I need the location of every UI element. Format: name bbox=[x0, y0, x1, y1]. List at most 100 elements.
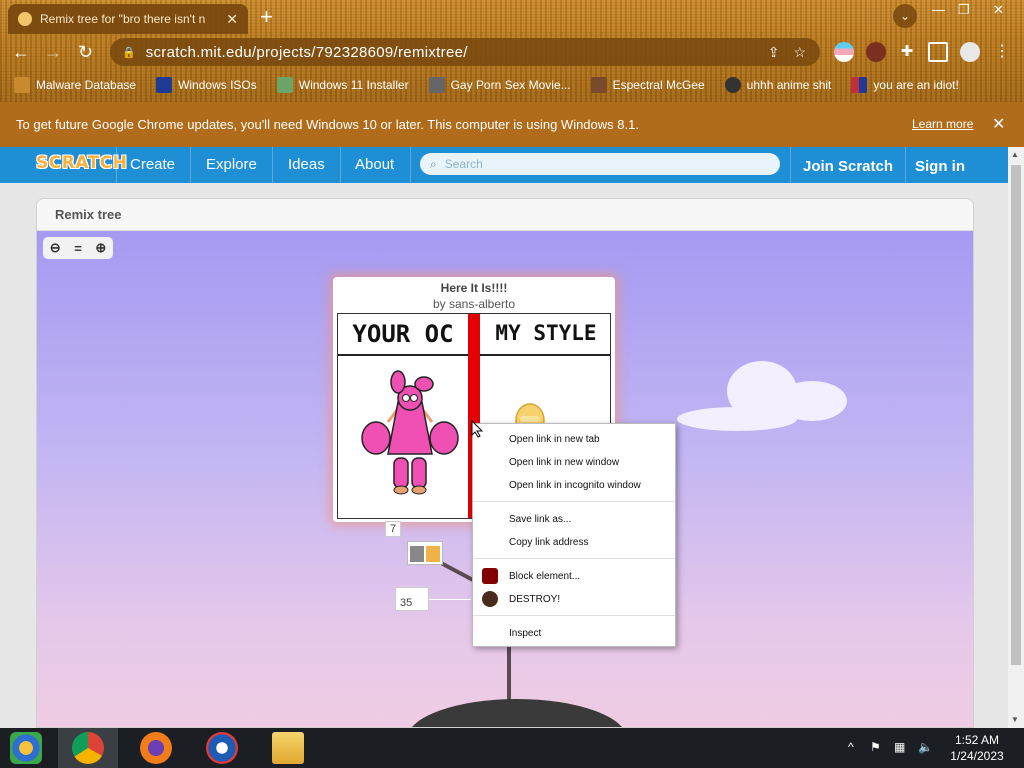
project-title[interactable]: Here It Is!!!! bbox=[333, 281, 615, 295]
zoom-in-icon[interactable]: ⊕ bbox=[95, 240, 106, 256]
menu-open-new-window[interactable]: Open link in new window bbox=[509, 457, 619, 468]
clock-date: 1/24/2023 bbox=[950, 749, 1004, 763]
windows-taskbar: ^ ⚑ ▦ 🔈 1:52 AM 1/24/2023 bbox=[0, 728, 1024, 768]
menu-separator bbox=[473, 501, 675, 502]
nav-explore[interactable]: Explore bbox=[206, 156, 257, 173]
ublock-icon bbox=[482, 568, 498, 584]
trans-flag-extension-icon[interactable] bbox=[834, 42, 854, 62]
nav-divider bbox=[272, 147, 273, 183]
menu-destroy[interactable]: DESTROY! bbox=[509, 594, 560, 605]
menu-inspect[interactable]: Inspect bbox=[509, 628, 541, 639]
firefox-taskbar-icon[interactable] bbox=[140, 732, 172, 764]
update-message: To get future Google Chrome updates, you… bbox=[16, 117, 639, 132]
nav-ideas[interactable]: Ideas bbox=[288, 156, 325, 173]
back-button[interactable]: ← bbox=[12, 42, 30, 63]
start-app-icon[interactable] bbox=[10, 732, 42, 764]
menu-block-element[interactable]: Block element... bbox=[509, 571, 580, 582]
bookmark-item[interactable]: Malware Database bbox=[14, 77, 136, 93]
bookmark-item[interactable]: Gay Porn Sex Movie... bbox=[428, 77, 571, 93]
mouse-cursor-icon bbox=[471, 420, 483, 438]
url-text: scratch.mit.edu/projects/792328609/remix… bbox=[145, 43, 468, 61]
scroll-up-arrow-icon[interactable]: ▲ bbox=[1011, 150, 1019, 159]
menu-open-incognito[interactable]: Open link in incognito window bbox=[509, 480, 641, 491]
child-project-thumbnail[interactable] bbox=[407, 541, 443, 565]
close-window-button[interactable]: ✕ bbox=[993, 2, 1004, 18]
browser-frame: Remix tree for "bro there isn't n ✕ + ⌄ … bbox=[0, 0, 1024, 102]
scrollbar-thumb[interactable] bbox=[1011, 165, 1021, 665]
infobar-close-button[interactable]: ✕ bbox=[992, 114, 1005, 134]
network-icon[interactable]: ▦ bbox=[894, 740, 905, 754]
bookmark-item[interactable]: Windows 11 Installer bbox=[276, 77, 409, 93]
context-menu: Open link in new tab Open link in new wi… bbox=[472, 423, 676, 647]
side-panel-icon[interactable] bbox=[928, 42, 948, 62]
scratch-logo[interactable]: SCRATCH bbox=[36, 153, 127, 173]
nav-about[interactable]: About bbox=[355, 156, 394, 173]
bookmark-item[interactable]: Windows ISOs bbox=[156, 77, 257, 93]
browser-tab[interactable]: Remix tree for "bro there isn't n ✕ bbox=[8, 4, 248, 34]
bookmark-item[interactable]: you are an idiot! bbox=[851, 77, 959, 93]
menu-separator bbox=[473, 615, 675, 616]
scratch-search-input[interactable]: ⌕ Search bbox=[420, 153, 780, 175]
learn-more-link[interactable]: Learn more bbox=[912, 117, 973, 131]
address-bar[interactable]: 🔒 scratch.mit.edu/projects/792328609/rem… bbox=[110, 38, 820, 66]
remix-count-badge[interactable]: 35 bbox=[395, 587, 429, 611]
picture-icon bbox=[276, 77, 293, 93]
globe-icon bbox=[428, 77, 445, 93]
nav-divider bbox=[410, 147, 411, 183]
tray-expand-icon[interactable]: ^ bbox=[848, 740, 854, 754]
system-clock[interactable]: 1:52 AM 1/24/2023 bbox=[938, 732, 1016, 764]
x-icon bbox=[156, 77, 173, 93]
lock-icon: 🔒 bbox=[122, 46, 136, 59]
bookmark-star-icon[interactable]: ☆ bbox=[793, 44, 806, 61]
tree-branch-dashed bbox=[427, 599, 471, 600]
volume-icon[interactable]: 🔈 bbox=[918, 740, 933, 754]
tree-hill bbox=[407, 699, 627, 727]
chrome-update-infobar: To get future Google Chrome updates, you… bbox=[0, 102, 1024, 147]
avatar-icon bbox=[590, 77, 607, 93]
thumbnail-right-caption: MY STYLE bbox=[480, 314, 610, 356]
obama-logo-taskbar-icon[interactable] bbox=[206, 732, 238, 764]
minimize-button[interactable]: — bbox=[932, 2, 945, 17]
oc-character-drawing bbox=[361, 370, 459, 495]
join-scratch-button[interactable]: Join Scratch bbox=[803, 158, 893, 175]
tab-search-button[interactable]: ⌄ bbox=[893, 4, 917, 28]
zoom-out-icon[interactable]: ⊖ bbox=[50, 240, 61, 256]
zoom-reset-icon[interactable]: = bbox=[74, 241, 82, 256]
search-icon: ⌕ bbox=[430, 156, 437, 171]
scratch-favicon-icon bbox=[18, 12, 32, 26]
new-tab-button[interactable]: + bbox=[260, 6, 273, 28]
menu-save-link-as[interactable]: Save link as... bbox=[509, 514, 571, 525]
forward-button[interactable]: → bbox=[44, 42, 62, 63]
menu-separator bbox=[473, 558, 675, 559]
flag-notification-icon[interactable]: ⚑ bbox=[870, 740, 881, 754]
remix-tree-heading: Remix tree bbox=[37, 199, 973, 231]
bookmark-item[interactable]: Espectral McGee bbox=[590, 77, 705, 93]
clock-time: 1:52 AM bbox=[954, 733, 1000, 747]
sign-in-button[interactable]: Sign in bbox=[915, 158, 965, 175]
scroll-down-arrow-icon[interactable]: ▼ bbox=[1011, 715, 1019, 724]
chrome-taskbar-icon[interactable] bbox=[72, 732, 104, 764]
scratch-navbar: SCRATCH Create Explore Ideas About ⌕ Sea… bbox=[0, 147, 1008, 183]
tab-close-button[interactable]: ✕ bbox=[226, 11, 238, 28]
remix-count-text: 35 bbox=[400, 597, 413, 609]
avatar-icon bbox=[724, 77, 741, 93]
profile-avatar-icon[interactable] bbox=[960, 42, 980, 62]
chrome-menu-icon[interactable]: ⋮ bbox=[994, 42, 1014, 62]
zoom-controls: ⊖ = ⊕ bbox=[43, 237, 113, 259]
project-author[interactable]: by sans-alberto bbox=[333, 297, 615, 311]
avatar-extension-icon[interactable] bbox=[866, 42, 886, 62]
extensions-puzzle-icon[interactable]: ✚ bbox=[897, 42, 917, 62]
flag-icon bbox=[851, 77, 868, 93]
page-scrollbar[interactable]: ▲ ▼ bbox=[1008, 147, 1024, 728]
thumbnail-left-caption: YOUR OC bbox=[338, 314, 468, 356]
share-icon[interactable]: ⇪ bbox=[768, 44, 780, 61]
menu-open-new-tab[interactable]: Open link in new tab bbox=[509, 434, 600, 445]
maximize-button[interactable]: ❐ bbox=[958, 2, 970, 18]
bookmark-item[interactable]: uhhh anime shit bbox=[724, 77, 831, 93]
menu-copy-link-address[interactable]: Copy link address bbox=[509, 537, 588, 548]
file-explorer-taskbar-icon[interactable] bbox=[272, 732, 304, 764]
cloud-decoration bbox=[777, 381, 847, 421]
nav-divider bbox=[905, 147, 906, 183]
reload-button[interactable]: ↻ bbox=[78, 42, 93, 63]
nav-create[interactable]: Create bbox=[130, 156, 175, 173]
